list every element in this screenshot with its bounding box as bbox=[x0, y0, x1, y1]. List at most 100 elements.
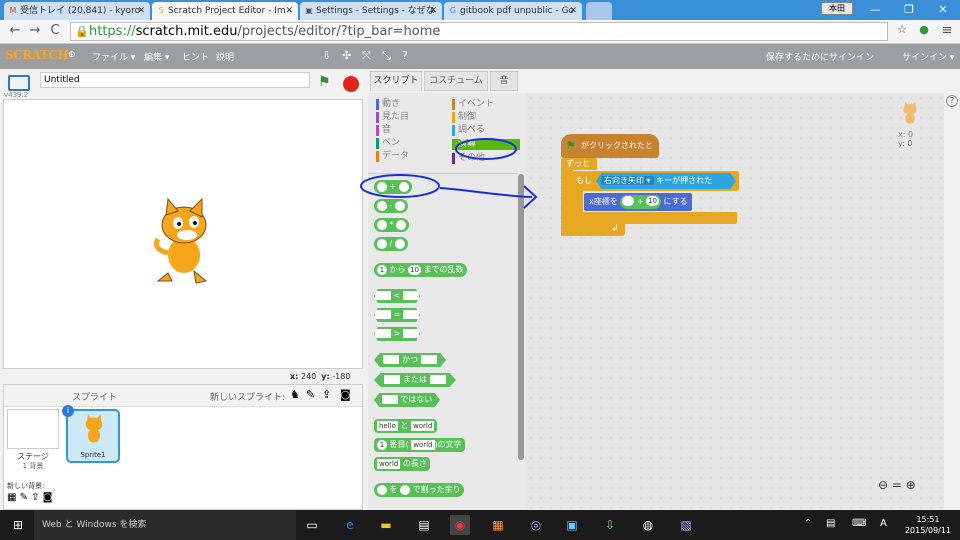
block-join[interactable]: hello と world bbox=[374, 419, 438, 433]
task-view-icon[interactable]: ▭ bbox=[302, 515, 322, 535]
zoom-out-icon[interactable]: ⊖ bbox=[878, 478, 888, 492]
zoom-reset-icon[interactable]: = bbox=[892, 478, 902, 492]
extension-icon[interactable]: ● bbox=[915, 23, 933, 36]
taskbar-search[interactable]: Web と Windows を検索 bbox=[34, 510, 296, 540]
clock[interactable]: 15:51 2015/09/11 bbox=[900, 514, 956, 536]
save-signin-hint[interactable]: 保存するためにサインイン bbox=[766, 50, 874, 63]
close-tab-icon[interactable]: ✕ bbox=[429, 2, 437, 20]
app-icon[interactable]: ▣ bbox=[562, 515, 582, 535]
block-or[interactable]: または bbox=[374, 373, 456, 387]
close-tab-icon[interactable]: ✕ bbox=[569, 2, 577, 20]
tab-scratch[interactable]: S Scratch Project Editor - Im ✕ bbox=[152, 2, 298, 20]
help-icon[interactable]: ? bbox=[402, 49, 408, 62]
ime-indicator[interactable]: A bbox=[880, 518, 887, 529]
edge-icon[interactable]: e bbox=[340, 515, 360, 535]
close-tab-icon[interactable]: ✕ bbox=[137, 2, 145, 20]
tab-gmail[interactable]: M 受信トレイ (20,841) - kyoro ✕ bbox=[4, 2, 150, 20]
category-control[interactable]: 制御 bbox=[452, 112, 476, 123]
menu-about[interactable]: 説明 bbox=[216, 50, 234, 63]
file-explorer-icon[interactable]: ▬ bbox=[376, 515, 396, 535]
block-less-than[interactable]: < bbox=[374, 289, 420, 303]
reload-icon[interactable]: C bbox=[46, 23, 64, 38]
windows-start-icon[interactable]: ⊞ bbox=[8, 515, 28, 535]
block-mod[interactable]: を で割った余り bbox=[374, 483, 464, 497]
category-sound[interactable]: 音 bbox=[376, 125, 391, 136]
block-greater-than[interactable]: > bbox=[374, 327, 420, 341]
block-not[interactable]: ではない bbox=[374, 393, 440, 407]
forever-bottom[interactable]: ↲ bbox=[561, 224, 625, 236]
shrink-icon[interactable]: ⤡ bbox=[382, 49, 391, 63]
backdrop-tools-icon[interactable]: ▦ ✎ ⇪ ◙ bbox=[7, 492, 52, 503]
tab-sounds[interactable]: 音 bbox=[490, 71, 518, 91]
project-title-input[interactable]: Untitled bbox=[40, 72, 310, 88]
category-looks[interactable]: 見た目 bbox=[376, 112, 409, 123]
category-operators[interactable]: 演算 bbox=[452, 139, 520, 150]
new-tab-button[interactable] bbox=[586, 2, 612, 20]
script-area-scrollbar[interactable]: ? bbox=[944, 93, 960, 510]
app-icon[interactable]: ▦ bbox=[488, 515, 508, 535]
zoom-in-icon[interactable]: ⊕ bbox=[906, 478, 916, 492]
back-icon[interactable]: ← bbox=[6, 23, 24, 38]
app-icon[interactable]: ◍ bbox=[638, 515, 658, 535]
stop-sign-icon[interactable] bbox=[343, 76, 359, 92]
cat-sprite[interactable] bbox=[144, 195, 224, 285]
paint-brush-icon[interactable]: ✎ bbox=[306, 388, 315, 401]
app-icon[interactable]: ▧ bbox=[676, 515, 696, 535]
category-pen[interactable]: ペン bbox=[376, 138, 400, 149]
stage-thumbnail[interactable] bbox=[7, 409, 59, 449]
block-equals[interactable]: = bbox=[374, 308, 420, 322]
close-tab-icon[interactable]: ✕ bbox=[285, 2, 293, 20]
add-reporter[interactable]: + 10 bbox=[620, 194, 661, 209]
category-data[interactable]: データ bbox=[376, 151, 409, 162]
grow-icon[interactable]: ⤧ bbox=[362, 49, 371, 63]
bookmark-star-icon[interactable]: ☆ bbox=[893, 23, 911, 36]
sprite-library-icon[interactable]: ♞ bbox=[290, 388, 300, 401]
camera-icon[interactable]: ◙ bbox=[340, 388, 351, 401]
tab-scripts[interactable]: スクリプト bbox=[370, 71, 422, 91]
app-icon[interactable]: ⇩ bbox=[600, 515, 620, 535]
fullscreen-icon[interactable] bbox=[8, 75, 30, 91]
close-window-icon[interactable]: ✕ bbox=[926, 0, 960, 20]
signin-menu[interactable]: サインイン ▾ bbox=[902, 50, 954, 63]
block-subtract[interactable]: - bbox=[374, 199, 408, 213]
chrome-menu-icon[interactable]: ≡ bbox=[938, 23, 956, 38]
chrome-icon[interactable]: ◉ bbox=[450, 515, 470, 535]
keyboard-icon[interactable]: ⌨ bbox=[852, 518, 866, 529]
tray-chevron-icon[interactable]: ⌃ bbox=[804, 518, 812, 529]
block-letter-of[interactable]: 1 番目( world)の文字 bbox=[374, 438, 465, 452]
url-field[interactable]: 🔒 https://scratch.mit.edu/projects/edito… bbox=[70, 22, 888, 41]
tab-google[interactable]: G gitbook pdf unpublic - Go ✕ bbox=[444, 2, 582, 20]
category-sensing[interactable]: 調べる bbox=[452, 125, 485, 136]
forward-icon[interactable]: → bbox=[26, 23, 44, 38]
sprite1-thumbnail[interactable]: i Sprite1 bbox=[62, 405, 120, 463]
block-length-of[interactable]: world の長さ bbox=[374, 457, 430, 471]
notification-icon[interactable]: ▤ bbox=[826, 518, 835, 529]
block-random[interactable]: 1 から 10 までの乱数 bbox=[374, 263, 467, 277]
category-events[interactable]: イベント bbox=[452, 99, 494, 110]
tab-costumes[interactable]: コスチューム bbox=[424, 71, 488, 91]
key-pressed-block[interactable]: 右向き矢印 ▾ キーが押された bbox=[596, 173, 736, 189]
stage-canvas[interactable] bbox=[3, 99, 363, 369]
menu-edit[interactable]: 編集 ▾ bbox=[144, 50, 169, 63]
when-flag-clicked-block[interactable]: ⚑ がクリックされたとき bbox=[561, 134, 659, 174]
block-and[interactable]: かつ bbox=[374, 353, 446, 367]
store-icon[interactable]: ▤ bbox=[414, 515, 434, 535]
user-badge[interactable]: 本田 bbox=[821, 2, 853, 15]
menu-tips[interactable]: ヒント bbox=[182, 50, 209, 63]
duplicate-icon[interactable]: ⇩ bbox=[322, 49, 331, 62]
menu-file[interactable]: ファイル ▾ bbox=[92, 50, 135, 63]
key-dropdown[interactable]: 右向き矢印 ▾ bbox=[601, 176, 654, 185]
delete-icon[interactable]: ✣ bbox=[342, 49, 351, 62]
maximize-icon[interactable]: ❐ bbox=[892, 0, 926, 20]
minimize-icon[interactable]: — bbox=[858, 0, 892, 20]
category-more[interactable]: その他 bbox=[452, 153, 485, 164]
block-multiply[interactable]: * bbox=[374, 218, 410, 232]
upload-icon[interactable]: ⇪ bbox=[322, 388, 331, 401]
if-bottom[interactable] bbox=[571, 212, 737, 224]
info-icon[interactable]: i bbox=[62, 405, 74, 417]
app-icon[interactable]: ◎ bbox=[526, 515, 546, 535]
green-flag-icon[interactable]: ⚑ bbox=[318, 74, 331, 90]
globe-icon[interactable]: ⊕ bbox=[68, 50, 76, 60]
category-motion[interactable]: 動き bbox=[376, 99, 400, 110]
palette-scrollbar[interactable] bbox=[518, 174, 524, 460]
